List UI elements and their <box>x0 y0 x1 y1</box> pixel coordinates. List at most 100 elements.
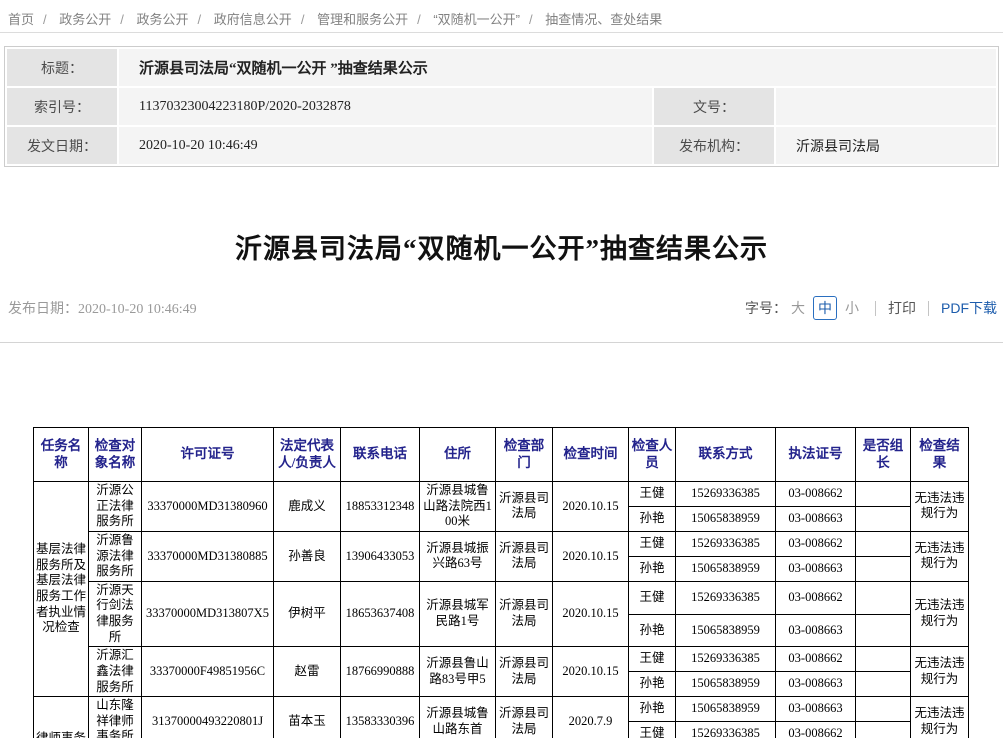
cell-cert: 03-008662 <box>776 722 856 738</box>
cell-leader <box>856 647 911 672</box>
article-meta-bar: 发布日期：2020-10-20 10:46:49 字号： 大 中 小 打印 PD… <box>8 296 997 320</box>
col-header: 许可证号 <box>142 428 274 482</box>
cell-date: 2020.10.15 <box>553 531 629 581</box>
font-size-small-button[interactable]: 小 <box>845 298 859 318</box>
cell-object-name: 山东隆祥律师事务所 <box>89 697 142 738</box>
cell-cert: 03-008662 <box>776 647 856 672</box>
col-header: 检查时间 <box>553 428 629 482</box>
cell-phone: 18766990888 <box>341 647 420 697</box>
cell-cert: 03-008663 <box>776 506 856 531</box>
table-row: 沂源天行剑法律服务所 33370000MD313807X5 伊树平 186536… <box>34 581 969 614</box>
divider <box>928 301 929 316</box>
col-header: 法定代表人/负责人 <box>274 428 341 482</box>
cell-inspector: 孙艳 <box>629 672 676 697</box>
cell-address: 沂源县城振兴路63号 <box>420 531 496 581</box>
cell-contact: 15269336385 <box>676 482 776 507</box>
col-header: 检查对象名称 <box>89 428 142 482</box>
cell-representative: 苗本玉 <box>274 697 341 738</box>
cell-representative: 孙善良 <box>274 531 341 581</box>
cell-object-name: 沂源汇鑫法律服务所 <box>89 647 142 697</box>
meta-docnum-value <box>776 88 996 125</box>
cell-license: 33370000F49851956C <box>142 647 274 697</box>
breadcrumb-current: 抽查情况、查处结果 <box>545 12 662 27</box>
breadcrumb-item[interactable]: 政务公开 <box>59 12 111 27</box>
cell-leader <box>856 482 911 507</box>
cell-contact: 15065838959 <box>676 697 776 722</box>
meta-date-label: 发文日期： <box>7 127 117 164</box>
breadcrumb-separator: / <box>34 12 56 27</box>
breadcrumb-separator: / <box>189 12 211 27</box>
cell-result: 无违法违规行为 <box>911 647 969 697</box>
cell-cert: 03-008662 <box>776 531 856 556</box>
cell-contact: 15269336385 <box>676 581 776 614</box>
cell-license: 31370000493220801J <box>142 697 274 738</box>
cell-inspector: 孙艳 <box>629 556 676 581</box>
cell-cert: 03-008663 <box>776 614 856 647</box>
cell-phone: 18853312348 <box>341 482 420 532</box>
cell-leader <box>856 556 911 581</box>
cell-cert: 03-008663 <box>776 672 856 697</box>
cell-department: 沂源县司法局 <box>496 697 553 738</box>
breadcrumb-separator: / <box>408 12 430 27</box>
meta-index-value: 11370323004223180P/2020-2032878 <box>119 88 652 125</box>
cell-cert: 03-008662 <box>776 581 856 614</box>
col-header: 是否组长 <box>856 428 911 482</box>
publish-date: 发布日期：2020-10-20 10:46:49 <box>8 298 197 318</box>
cell-department: 沂源县司法局 <box>496 531 553 581</box>
meta-agency-value: 沂源县司法局 <box>776 127 996 164</box>
cell-cert: 03-008663 <box>776 697 856 722</box>
col-header: 联系方式 <box>676 428 776 482</box>
font-size-label: 字号： <box>745 298 787 318</box>
cell-department: 沂源县司法局 <box>496 647 553 697</box>
cell-inspector: 孙艳 <box>629 506 676 531</box>
divider <box>0 342 1003 343</box>
table-row: 沂源鲁源法律服务所 33370000MD31380885 孙善良 1390643… <box>34 531 969 556</box>
breadcrumb-item[interactable]: 管理和服务公开 <box>317 12 408 27</box>
cell-contact: 15065838959 <box>676 556 776 581</box>
breadcrumb-item[interactable]: “双随机一公开” <box>433 12 520 27</box>
print-button[interactable]: 打印 <box>888 298 916 318</box>
breadcrumb: 首页/ 政务公开/ 政务公开/ 政府信息公开/ 管理和服务公开/ “双随机一公开… <box>0 0 1003 33</box>
cell-contact: 15269336385 <box>676 647 776 672</box>
table-row: 律师事务所及律师执业情况 山东隆祥律师事务所 31370000493220801… <box>34 697 969 722</box>
cell-contact: 15065838959 <box>676 614 776 647</box>
cell-representative: 鹿成义 <box>274 482 341 532</box>
cell-leader <box>856 614 911 647</box>
pdf-download-button[interactable]: PDF下载 <box>941 298 997 318</box>
cell-address: 沂源县城鲁山路法院西100米 <box>420 482 496 532</box>
cell-phone: 18653637408 <box>341 581 420 647</box>
breadcrumb-item[interactable]: 政府信息公开 <box>214 12 292 27</box>
cell-representative: 赵雷 <box>274 647 341 697</box>
table-header-row: 任务名称 检查对象名称 许可证号 法定代表人/负责人 联系电话 住所 检查部门 … <box>34 428 969 482</box>
cell-object-name: 沂源天行剑法律服务所 <box>89 581 142 647</box>
cell-contact: 15269336385 <box>676 531 776 556</box>
breadcrumb-separator: / <box>520 12 542 27</box>
cell-inspector: 孙艳 <box>629 697 676 722</box>
document-meta-table: 标题： 沂源县司法局“双随机一公开 ”抽查结果公示 索引号： 113703230… <box>4 46 999 167</box>
cell-date: 2020.10.15 <box>553 581 629 647</box>
cell-address: 沂源县城鲁山路东首 <box>420 697 496 738</box>
cell-inspector: 王健 <box>629 581 676 614</box>
meta-title-label: 标题： <box>7 49 117 86</box>
breadcrumb-home[interactable]: 首页 <box>8 12 34 27</box>
cell-address: 沂源县城军民路1号 <box>420 581 496 647</box>
cell-task-name: 律师事务所及律师执业情况 <box>34 697 89 738</box>
cell-leader <box>856 531 911 556</box>
cell-phone: 13583330396 <box>341 697 420 738</box>
cell-leader <box>856 722 911 738</box>
cell-license: 33370000MD31380885 <box>142 531 274 581</box>
cell-object-name: 沂源鲁源法律服务所 <box>89 531 142 581</box>
table-row: 基层法律服务所及基层法律服务工作者执业情况检查 沂源公正法律服务所 333700… <box>34 482 969 507</box>
cell-representative: 伊树平 <box>274 581 341 647</box>
breadcrumb-item[interactable]: 政务公开 <box>137 12 189 27</box>
breadcrumb-separator: / <box>292 12 314 27</box>
meta-title-value: 沂源县司法局“双随机一公开 ”抽查结果公示 <box>119 49 996 86</box>
cell-result: 无违法违规行为 <box>911 531 969 581</box>
page-title: 沂源县司法局“双随机一公开”抽查结果公示 <box>0 227 1003 266</box>
font-size-large-button[interactable]: 大 <box>791 298 805 318</box>
cell-object-name: 沂源公正法律服务所 <box>89 482 142 532</box>
col-header: 住所 <box>420 428 496 482</box>
font-size-medium-button[interactable]: 中 <box>813 296 837 320</box>
col-header: 执法证号 <box>776 428 856 482</box>
cell-leader <box>856 581 911 614</box>
